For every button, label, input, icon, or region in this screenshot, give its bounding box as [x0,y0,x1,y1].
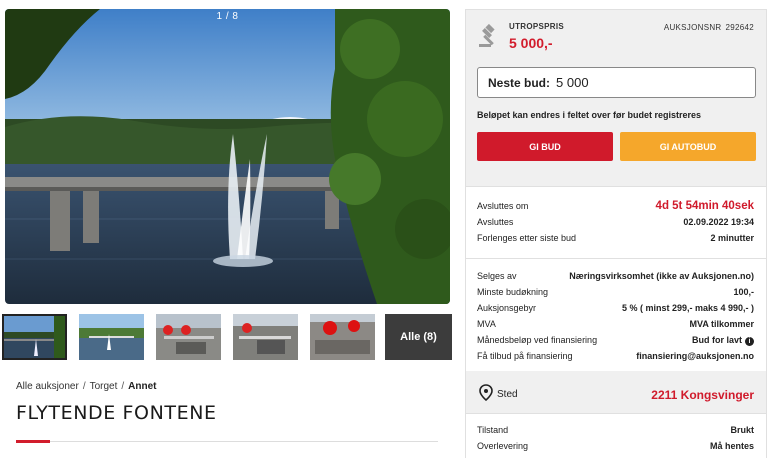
timing-section: Avsluttes om 4d 5t 54min 40sek Avsluttes 0… [466,186,766,258]
detail-value: Næringsvirksomhet (ikke av Auksjonen.no) [569,271,754,281]
countdown-value: 4d 5t 54min 40sek [655,200,754,212]
detail-key: Månedsbeløp ved finansiering [477,335,598,345]
location-pin-icon [479,384,493,401]
page-title: FLYTENDE FONTENE [16,402,217,424]
detail-key: Selges av [477,271,517,281]
place-bid-button[interactable]: GI BUD [477,132,613,161]
timing-row: Avsluttes om 4d 5t 54min 40sek [477,200,754,212]
condition-row: Tilstand Brukt [477,425,754,435]
detail-row: Selges av Næringsvirksomhet (ikke av Auks… [477,271,754,281]
timing-key: Avsluttes om [477,201,529,211]
timing-key: Avsluttes [477,217,514,227]
breadcrumb-torget[interactable]: Torget [90,381,118,392]
thumbnail-image [310,314,375,360]
title-divider [16,441,438,442]
main-photo[interactable]: 1 / 8 [5,9,450,304]
financing-email-link[interactable]: finansiering@auksjonen.no [636,351,754,361]
detail-row: Minste budøkning 100,- [477,287,754,297]
timing-value: 2 minutter [710,233,754,243]
detail-key: MVA [477,319,496,329]
thumbnail-image [79,314,144,360]
detail-value: MVA tilkommer [689,319,754,329]
breadcrumb-separator: / [82,381,86,392]
condition-key: Tilstand [477,425,509,435]
thumbnail-image [2,314,67,360]
thumbnail-5[interactable] [310,314,375,360]
breadcrumb-all-auctions[interactable]: Alle auksjoner [16,381,79,392]
detail-value: 100,- [733,287,754,297]
reserve-price-value: 5 000,- [509,35,553,51]
detail-value: 5 % ( minst 299,- maks 4 990,- ) [621,303,754,313]
condition-value: Må hentes [709,441,754,451]
image-counter: 1 / 8 [216,11,239,22]
thumbnail-strip: Alle (8) [2,314,452,360]
timing-row: Avsluttes 02.09.2022 19:34 [477,217,754,227]
details-section: Selges av Næringsvirksomhet (ikke av Auks… [466,258,766,371]
breadcrumb: Alle auksjoner / Torget / Annet [16,381,157,392]
condition-key: Overlevering [477,441,529,451]
thumbnail-3[interactable] [156,314,221,360]
detail-row: Månedsbeløp ved finansiering Bud for lavt… [477,335,754,346]
detail-key: Få tilbud på finansiering [477,351,573,361]
fountain-photo [5,9,450,304]
autobid-button[interactable]: GI AUTOBUD [620,132,756,161]
detail-row: MVA MVA tilkommer [477,319,754,329]
reserve-price-label: UTROPSPRIS [509,22,565,31]
next-bid-field[interactable]: Neste bud: [477,67,756,98]
location-label: Sted [497,389,518,400]
timing-row: Forlenges etter siste bud 2 minutter [477,233,754,243]
gavel-icon [479,24,495,47]
detail-key: Minste budøkning [477,287,549,297]
condition-value: Brukt [730,425,754,435]
detail-row: Auksjonsgebyr 5 % ( minst 299,- maks 4 99… [477,303,754,313]
breadcrumb-separator: / [121,381,125,392]
title-accent-bar [16,440,50,443]
next-bid-input[interactable] [556,75,707,90]
thumbnail-image [233,314,298,360]
auction-number: AUKSJONSNR 292642 [660,23,754,32]
timing-value: 02.09.2022 19:34 [683,217,754,227]
condition-row: Overlevering Må hentes [477,441,754,451]
timing-key: Forlenges etter siste bud [477,233,577,243]
detail-value: Bud for lavt [691,335,742,345]
condition-section: Tilstand Brukt Overlevering Må hentes [466,413,766,458]
detail-row: Få tilbud på finansiering finansiering@au… [477,351,754,361]
financing-amount[interactable]: Bud for lavt i [692,335,754,346]
next-bid-label: Neste bud: [488,75,551,90]
bid-note: Beløpet kan endres i feltet over før bud… [477,110,702,120]
thumbnail-image [156,314,221,360]
auction-number-value: 292642 [725,23,754,32]
show-all-images-button[interactable]: Alle (8) [385,314,452,360]
info-icon[interactable]: i [745,337,754,346]
location-value: 2211 Kongsvinger [651,388,754,402]
auction-panel: UTROPSPRIS 5 000,- AUKSJONSNR 292642 Nest… [465,9,767,458]
thumbnail-4[interactable] [233,314,298,360]
detail-key: Auksjonsgebyr [477,303,537,313]
thumbnail-1[interactable] [2,314,67,360]
thumbnail-2[interactable] [79,314,144,360]
auction-number-label: AUKSJONSNR [663,23,722,32]
breadcrumb-current: Annet [128,381,157,392]
